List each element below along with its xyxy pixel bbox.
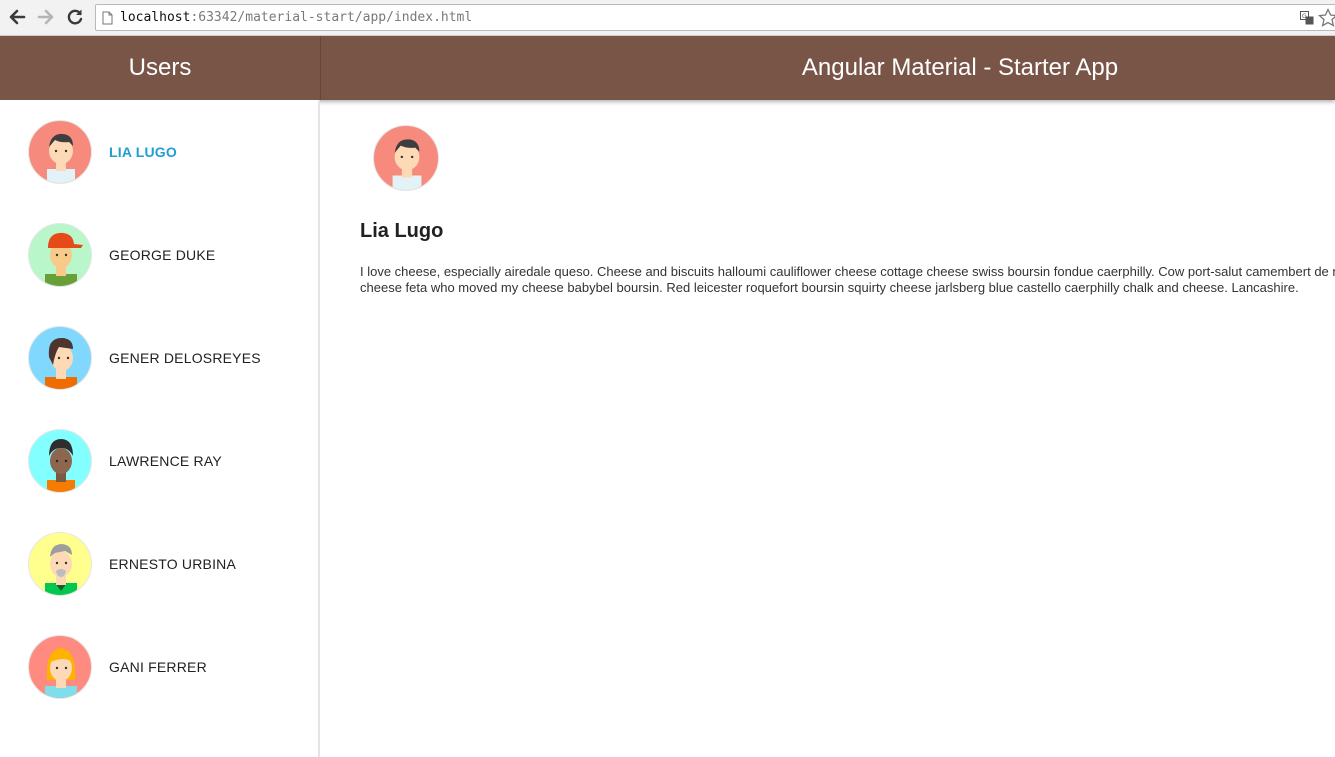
- reload-button[interactable]: [64, 6, 86, 28]
- url-host: localhost: [120, 10, 191, 25]
- detail-bio: I love cheese, especially airedale queso…: [360, 264, 1335, 296]
- user-name: Gener Delosreyes: [109, 349, 261, 366]
- user-item-gener-delosreyes[interactable]: Gener Delosreyes: [0, 306, 318, 409]
- arrow-left-icon: [9, 9, 26, 25]
- avatar-svg-icon: [47, 438, 75, 492]
- avatar: [28, 634, 92, 699]
- user-name: Gani Ferrer: [109, 658, 207, 675]
- user-item-gani-ferrer[interactable]: Gani Ferrer: [0, 615, 318, 718]
- users-sidebar: Lia Lugo George Duke Gener Delosreyes: [0, 100, 320, 757]
- avatar-svg-icon: [47, 133, 75, 183]
- user-detail-panel: Lia Lugo I love cheese, especially aired…: [321, 100, 1335, 757]
- bio-line-2: cheese feta who moved my cheese babybel …: [360, 280, 1299, 295]
- app-toolbar: Users Angular Material - Starter App: [0, 36, 1335, 100]
- avatar-svg-icon: [45, 232, 83, 286]
- avatar: [28, 222, 92, 287]
- user-name: Lawrence Ray: [109, 452, 222, 469]
- avatar-svg-icon: [392, 139, 422, 190]
- avatar-svg-icon: [45, 543, 77, 595]
- address-bar[interactable]: localhost:63342/material-start/app/index…: [95, 4, 1335, 31]
- url-path: :63342/material-start/app/index.html: [190, 10, 473, 25]
- avatar-svg-icon: [45, 337, 77, 389]
- detail-avatar: [373, 125, 439, 191]
- svg-text:G: G: [1302, 13, 1307, 20]
- bio-line-1: I love cheese, especially airedale queso…: [360, 264, 1335, 279]
- url-text[interactable]: localhost:63342/material-start/app/index…: [120, 10, 472, 25]
- user-item-lawrence-ray[interactable]: Lawrence Ray: [0, 409, 318, 512]
- detail-user-name: Lia Lugo: [360, 220, 444, 242]
- user-name: Lia Lugo: [109, 143, 177, 160]
- user-item-ernesto-urbina[interactable]: Ernesto Urbina: [0, 512, 318, 615]
- avatar: [28, 325, 92, 390]
- page-icon: [102, 11, 113, 25]
- arrow-right-icon: [37, 9, 54, 25]
- user-name: George Duke: [109, 246, 216, 263]
- sidebar-title: Users: [128, 54, 192, 81]
- user-item-lia-lugo[interactable]: Lia Lugo: [0, 100, 318, 203]
- avatar: [28, 531, 92, 596]
- reload-icon: [67, 9, 83, 25]
- back-button[interactable]: [6, 6, 28, 28]
- app-title: Angular Material - Starter App: [801, 54, 1119, 81]
- user-item-george-duke[interactable]: George Duke: [0, 203, 318, 306]
- user-name: Ernesto Urbina: [109, 555, 237, 572]
- star-icon[interactable]: [1318, 8, 1335, 28]
- avatar: [28, 428, 92, 493]
- forward-button[interactable]: [35, 6, 57, 28]
- avatar: [28, 119, 92, 184]
- browser-chrome: localhost:63342/material-start/app/index…: [0, 0, 1335, 36]
- translate-icon[interactable]: G: [1300, 11, 1314, 25]
- avatar-svg-icon: [45, 647, 77, 698]
